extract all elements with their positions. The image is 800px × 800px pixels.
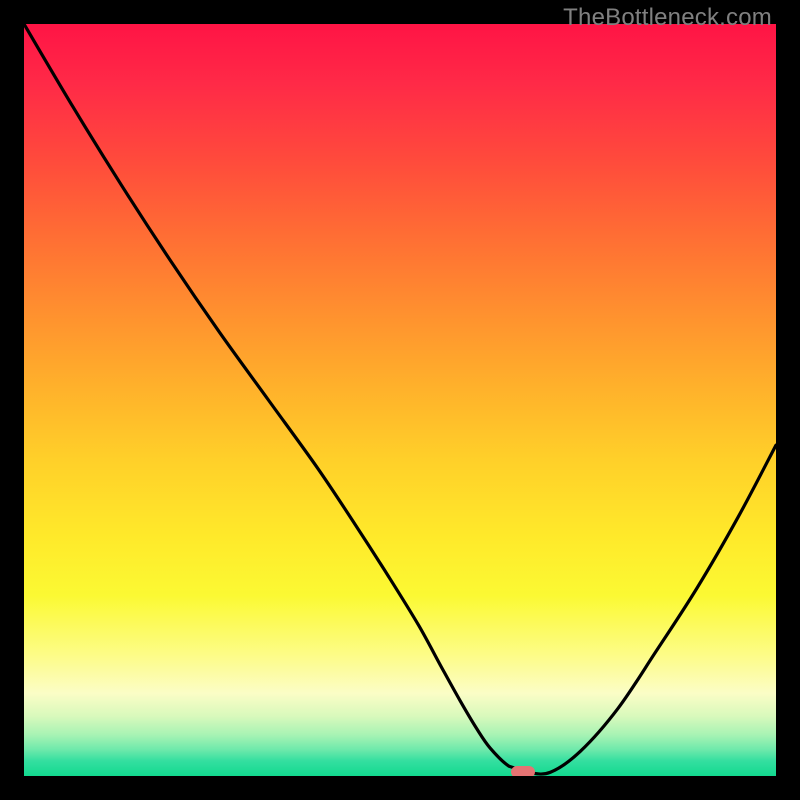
watermark-text: TheBottleneck.com [563, 4, 772, 32]
bottleneck-curve [24, 24, 776, 776]
chart-plot-area [24, 24, 776, 776]
target-marker [511, 766, 535, 776]
